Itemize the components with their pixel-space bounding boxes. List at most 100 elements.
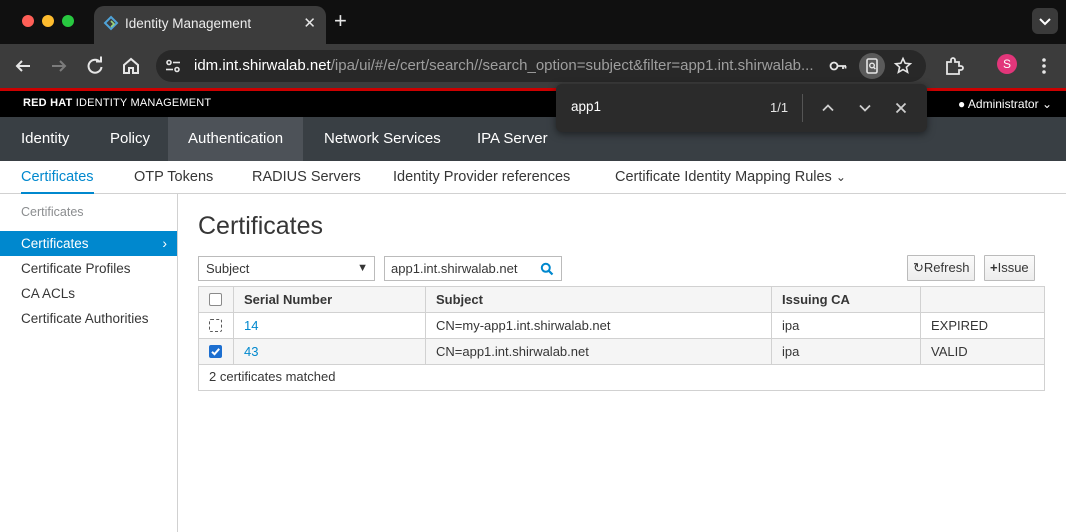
subnav-otp-tokens[interactable]: OTP Tokens xyxy=(134,161,213,194)
brand-name: IDENTITY MANAGEMENT xyxy=(75,97,212,109)
puzzle-icon xyxy=(946,57,964,75)
row-checkbox[interactable] xyxy=(209,345,222,358)
browser-toolbar: idm.int.shirwalab.net/ipa/ui/#/e/cert/se… xyxy=(0,44,1066,88)
url-host: idm.int.shirwalab.net xyxy=(194,57,331,74)
select-all-cell xyxy=(199,287,233,312)
back-button[interactable] xyxy=(11,54,35,78)
new-tab-button[interactable]: + xyxy=(334,9,347,33)
table-summary: 2 certificates matched xyxy=(209,369,336,384)
row-checkbox[interactable] xyxy=(209,319,222,332)
nav-ipa-server[interactable]: IPA Server xyxy=(457,117,568,161)
brand-bold: RED HAT xyxy=(23,97,73,109)
search-option-select[interactable]: Subject ▼ xyxy=(198,256,375,281)
nav-authentication[interactable]: Authentication xyxy=(168,117,303,161)
chevron-up-icon xyxy=(822,104,834,112)
find-in-page-icon[interactable] xyxy=(859,53,885,79)
kebab-menu-icon xyxy=(1042,58,1046,74)
search-input[interactable] xyxy=(391,261,541,276)
header-issuing-ca[interactable]: Issuing CA xyxy=(771,287,920,312)
forward-button[interactable] xyxy=(47,54,71,78)
issuing-ca-cell: ipa xyxy=(771,339,920,364)
find-bar: 1/1 xyxy=(556,84,927,132)
close-window-button[interactable] xyxy=(22,15,34,27)
search-option-value: Subject xyxy=(206,261,250,276)
issue-button[interactable]: +Issue xyxy=(984,255,1035,281)
sidebar-item-certificates[interactable]: Certificates › xyxy=(0,231,177,256)
chevron-down-icon: ▼ xyxy=(357,262,368,274)
home-icon xyxy=(123,57,139,74)
chevron-down-icon xyxy=(859,104,871,112)
find-input[interactable] xyxy=(571,99,751,114)
find-next-button[interactable] xyxy=(856,99,874,117)
subnav-cert-identity-mapping-rules[interactable]: Certificate Identity Mapping Rules ⌄ xyxy=(615,161,846,194)
url-text[interactable]: idm.int.shirwalab.net/ipa/ui/#/e/cert/se… xyxy=(194,57,814,74)
row-select-cell xyxy=(199,339,233,364)
subnav-identity-provider-references[interactable]: Identity Provider references xyxy=(393,161,570,194)
plus-icon: + xyxy=(990,260,998,275)
search-box xyxy=(384,256,562,281)
serial-link[interactable]: 43 xyxy=(244,344,258,359)
browser-menu-button[interactable] xyxy=(1032,54,1056,78)
sidebar-heading: Certificates xyxy=(21,205,84,219)
search-icon[interactable] xyxy=(540,262,554,281)
tab-title: Identity Management xyxy=(125,16,252,31)
find-previous-button[interactable] xyxy=(819,99,837,117)
row-select-cell xyxy=(199,313,233,338)
extensions-button[interactable] xyxy=(942,54,966,78)
subject-cell: CN=app1.int.shirwalab.net xyxy=(425,339,771,364)
nav-identity[interactable]: Identity xyxy=(1,117,89,161)
serial-link[interactable]: 14 xyxy=(244,318,258,333)
find-match-count: 1/1 xyxy=(770,100,789,115)
site-settings-icon[interactable] xyxy=(165,58,181,74)
reload-button[interactable] xyxy=(83,54,107,78)
arrow-left-icon xyxy=(15,60,30,72)
chevron-right-icon: › xyxy=(162,235,167,251)
browser-tab-strip: Identity Management ✕ + xyxy=(0,0,1066,44)
sidebar-item-certificate-authorities[interactable]: Certificate Authorities xyxy=(0,306,177,331)
arrow-right-icon xyxy=(52,60,67,72)
header-serial-number[interactable]: Serial Number xyxy=(233,287,425,312)
key-icon[interactable] xyxy=(828,57,848,80)
subnav-certificates[interactable]: Certificates xyxy=(21,161,94,194)
bookmark-star-icon[interactable] xyxy=(893,56,913,81)
home-button[interactable] xyxy=(119,54,143,78)
chevron-down-icon: ⌄ xyxy=(835,170,846,184)
issue-label: Issue xyxy=(997,260,1029,275)
browser-tab[interactable]: Identity Management ✕ xyxy=(94,6,326,44)
table-row[interactable]: 43 CN=app1.int.shirwalab.net ipa VALID xyxy=(199,339,1044,365)
status-cell: EXPIRED xyxy=(920,313,1044,338)
profile-avatar[interactable]: S xyxy=(997,54,1017,74)
find-close-button[interactable] xyxy=(892,99,910,117)
sidebar: Certificates Certificates › Certificate … xyxy=(0,194,178,532)
find-divider xyxy=(802,94,803,122)
chevron-down-icon xyxy=(1039,18,1051,26)
header-status xyxy=(920,287,1044,312)
tab-close-icon[interactable]: ✕ xyxy=(303,14,316,32)
table-row[interactable]: 14 CN=my-app1.int.shirwalab.net ipa EXPI… xyxy=(199,313,1044,339)
chevron-down-icon: ⌄ xyxy=(1041,97,1052,111)
maximize-window-button[interactable] xyxy=(62,15,74,27)
subject-cell: CN=my-app1.int.shirwalab.net xyxy=(425,313,771,338)
nav-policy[interactable]: Policy xyxy=(90,117,170,161)
status-cell: VALID xyxy=(920,339,1044,364)
user-menu[interactable]: ● Administrator ⌄ xyxy=(958,97,1052,111)
select-all-checkbox[interactable] xyxy=(209,293,222,306)
subnav-cert-mapping-label: Certificate Identity Mapping Rules xyxy=(615,169,832,185)
table-header-row: Serial Number Subject Issuing CA xyxy=(199,287,1044,313)
minimize-window-button[interactable] xyxy=(42,15,54,27)
secondary-navigation: Certificates OTP Tokens RADIUS Servers I… xyxy=(0,161,1066,194)
nav-network-services[interactable]: Network Services xyxy=(304,117,461,161)
subnav-radius-servers[interactable]: RADIUS Servers xyxy=(252,161,361,194)
sidebar-item-ca-acls[interactable]: CA ACLs xyxy=(0,281,177,306)
url-path: /ipa/ui/#/e/cert/search//search_option=s… xyxy=(330,57,814,74)
refresh-button[interactable]: ↻Refresh xyxy=(907,255,976,281)
tab-search-button[interactable] xyxy=(1032,8,1058,34)
serial-cell: 43 xyxy=(233,339,425,364)
sidebar-item-certificate-profiles[interactable]: Certificate Profiles xyxy=(0,256,177,281)
refresh-label: Refresh xyxy=(923,260,970,275)
page-title: Certificates xyxy=(198,212,324,240)
header-subject[interactable]: Subject xyxy=(425,287,771,312)
address-bar[interactable]: idm.int.shirwalab.net/ipa/ui/#/e/cert/se… xyxy=(156,50,926,82)
user-name: Administrator xyxy=(967,97,1039,111)
certificates-table: Serial Number Subject Issuing CA 14 CN=m… xyxy=(198,286,1045,391)
